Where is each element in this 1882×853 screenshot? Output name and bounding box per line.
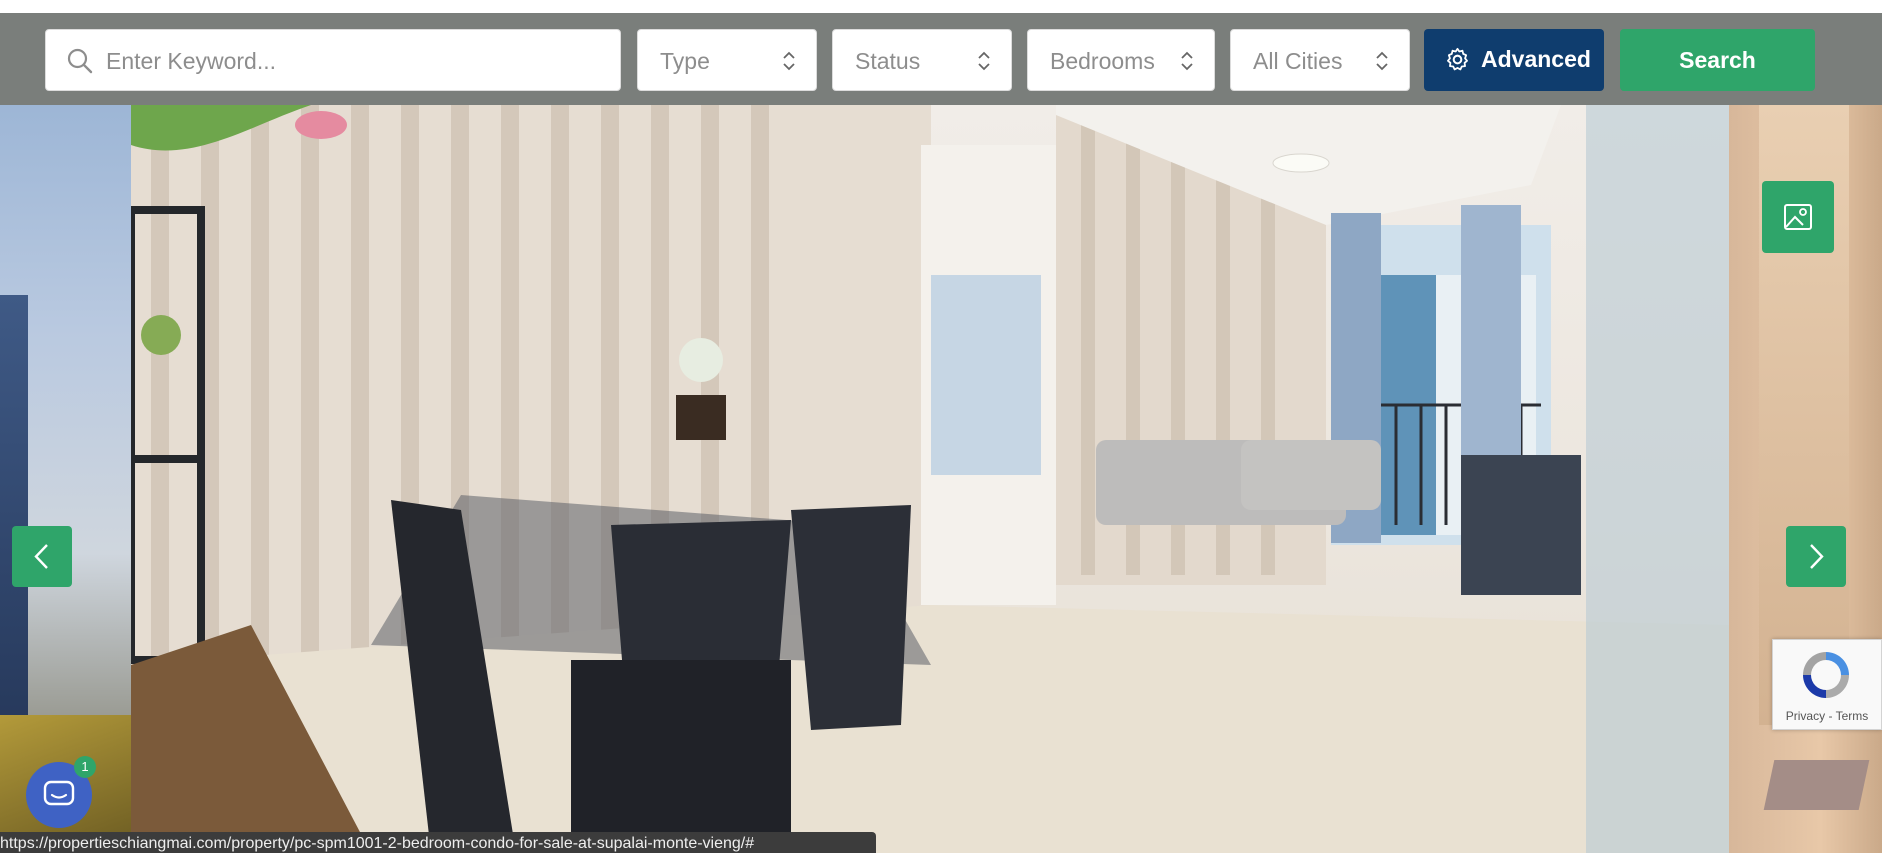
recaptcha-terms-link[interactable]: Terms — [1836, 709, 1869, 723]
chat-widget-button[interactable]: 1 — [26, 756, 96, 828]
chevron-updown-icon — [783, 51, 795, 71]
condo-dining-living-photo — [131, 105, 1729, 853]
recaptcha-separator: - — [1825, 709, 1836, 723]
image-gallery-icon — [1784, 204, 1812, 230]
recaptcha-badge[interactable]: Privacy - Terms — [1772, 639, 1882, 730]
keyword-placeholder[interactable]: Enter Keyword... — [106, 48, 276, 75]
bedrooms-select[interactable]: Bedrooms — [1027, 29, 1215, 91]
chevron-updown-icon — [1376, 51, 1388, 71]
property-gallery — [0, 105, 1882, 853]
chevron-right-icon — [1810, 544, 1824, 569]
page-top-strip — [0, 0, 1882, 13]
search-button-label: Search — [1679, 46, 1756, 73]
recaptcha-links: Privacy - Terms — [1773, 709, 1881, 723]
gallery-slide-current[interactable] — [131, 105, 1729, 853]
chevron-left-icon — [34, 544, 48, 569]
chat-icon — [43, 780, 75, 806]
advanced-button-label: Advanced — [1481, 46, 1591, 72]
search-icon — [67, 48, 93, 74]
status-select-label: Status — [855, 48, 921, 74]
keyword-field[interactable]: Enter Keyword... — [45, 29, 621, 91]
recaptcha-logo-icon — [1803, 652, 1849, 698]
status-select[interactable]: Status — [832, 29, 1012, 91]
gallery-photos-button[interactable] — [1762, 181, 1834, 253]
cities-select-label: All Cities — [1253, 48, 1343, 74]
chevron-updown-icon — [978, 51, 990, 71]
browser-status-url: https://propertieschiangmai.com/property… — [0, 832, 876, 853]
search-button[interactable]: Search — [1620, 29, 1815, 91]
gallery-prev-button[interactable] — [12, 526, 72, 587]
advanced-button[interactable]: Advanced — [1424, 29, 1604, 91]
gallery-slide-previous[interactable] — [0, 105, 131, 853]
gear-icon — [1447, 47, 1468, 71]
bedrooms-select-label: Bedrooms — [1050, 48, 1155, 74]
gallery-next-button[interactable] — [1786, 526, 1846, 587]
chevron-updown-icon — [1181, 51, 1193, 71]
recaptcha-privacy-link[interactable]: Privacy — [1786, 709, 1825, 723]
slide-photo-detail — [1763, 760, 1870, 810]
type-select-label: Type — [660, 48, 710, 74]
type-select[interactable]: Type — [637, 29, 817, 91]
chat-unread-badge: 1 — [74, 756, 96, 778]
cities-select[interactable]: All Cities — [1230, 29, 1410, 91]
search-bar: Enter Keyword... Type Status Bedrooms Al… — [0, 13, 1882, 105]
